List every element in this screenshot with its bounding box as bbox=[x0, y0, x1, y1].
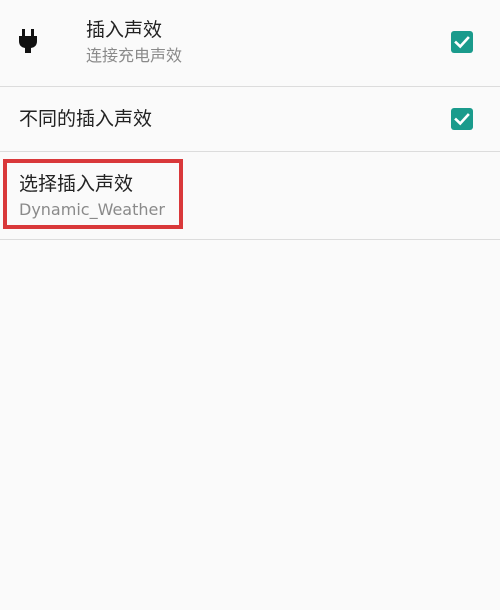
pref-summary: 连接充电声效 bbox=[86, 46, 183, 65]
pref-title: 选择插入声效 bbox=[19, 173, 134, 195]
settings-screen: 插入声效 连接充电声效 不同的插入声效 选择插入声效 Dynamic_Weath… bbox=[0, 0, 500, 610]
pref-plug-sound[interactable]: 插入声效 连接充电声效 bbox=[0, 0, 500, 87]
pref-different-plug-sound[interactable]: 不同的插入声效 bbox=[0, 87, 500, 152]
plug-icon bbox=[17, 28, 39, 58]
different-plug-sound-checkbox[interactable] bbox=[451, 108, 473, 130]
pref-select-plug-sound[interactable]: 选择插入声效 Dynamic_Weather bbox=[0, 152, 500, 240]
plug-sound-checkbox[interactable] bbox=[451, 31, 473, 53]
pref-title: 插入声效 bbox=[86, 19, 163, 41]
pref-title: 不同的插入声效 bbox=[19, 108, 153, 130]
pref-summary: Dynamic_Weather bbox=[19, 200, 165, 219]
